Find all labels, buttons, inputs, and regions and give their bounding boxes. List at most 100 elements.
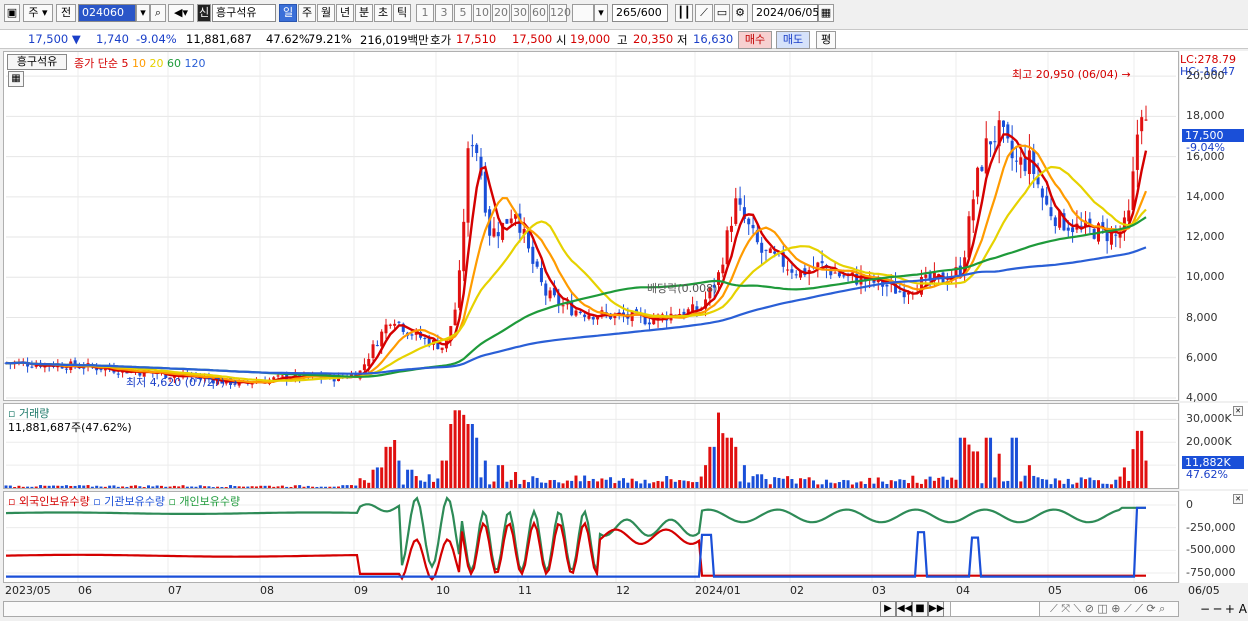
volume-bar	[177, 486, 181, 488]
volume-bar	[1127, 480, 1131, 488]
volume-bar	[695, 481, 699, 488]
zoom-controls[interactable]: − ─ + A	[1200, 602, 1247, 616]
holder-tick-3: -750,000	[1186, 565, 1236, 579]
play-icon[interactable]: ▶	[880, 601, 896, 617]
ma-legend[interactable]: 종가 단순 5 10 20 60 120	[74, 55, 205, 71]
volume-bar	[855, 482, 859, 488]
candle	[764, 249, 768, 262]
volume-bar	[259, 485, 263, 488]
candle	[444, 339, 448, 353]
volume-bar	[1010, 437, 1014, 488]
volume-bar	[509, 479, 513, 488]
volume-bar	[539, 482, 543, 488]
volume-bar	[453, 410, 457, 488]
volume-bar	[1071, 484, 1075, 488]
volume-bar	[13, 487, 17, 488]
volume-bar	[660, 481, 664, 488]
holder-legend-2[interactable]: ▫ 개인보유수량	[168, 495, 240, 508]
volume-bar	[1006, 480, 1010, 488]
grid-table-icon[interactable]: ▦	[8, 71, 24, 87]
volume-bar	[881, 481, 885, 488]
volume-bar	[967, 444, 971, 488]
candle	[630, 310, 634, 327]
volume-bar	[786, 476, 790, 488]
volume-bar	[172, 485, 176, 488]
volume-bar	[203, 486, 207, 488]
volume-bar	[531, 476, 535, 488]
candle	[729, 216, 733, 243]
volume-bar	[1122, 467, 1126, 488]
volume-bar	[185, 486, 189, 488]
volume-bar	[1019, 481, 1023, 488]
zoom-slider[interactable]	[950, 601, 1040, 617]
volume-bar	[1036, 477, 1040, 488]
volume-bar	[578, 481, 582, 488]
stock-name-tag[interactable]: 흥구석유	[7, 54, 67, 70]
ma-period-20[interactable]: 20	[149, 57, 167, 70]
ma-period-10[interactable]: 10	[132, 57, 150, 70]
candle	[1010, 125, 1014, 171]
price-tick-8: 20,000	[1186, 69, 1225, 83]
ma-period-120[interactable]: 120	[184, 57, 205, 70]
volume-bar	[479, 477, 483, 488]
volume-bar	[984, 437, 988, 488]
stop-icon[interactable]: ■	[912, 601, 928, 617]
rewind-icon[interactable]: ◀◀	[896, 601, 912, 617]
volume-bar	[362, 480, 366, 488]
volume-bar	[77, 485, 81, 488]
holder-legend-1[interactable]: ▫ 기관보유수량	[93, 495, 168, 508]
volume-bar	[729, 437, 733, 488]
volume-bar	[1140, 430, 1144, 488]
volume-bar	[768, 484, 772, 488]
x-tick-2: 07	[168, 584, 182, 597]
volume-bar	[604, 479, 608, 488]
volume-bar	[349, 485, 353, 488]
holder-legend: ▫ 외국인보유수량 ▫ 기관보유수량 ▫ 개인보유수량	[8, 493, 240, 509]
holder-tick-0: 0	[1186, 498, 1193, 512]
tool-icons[interactable]: ⟋ ⤧ ⟍ ⊘ ◫ ⊕ ⟋ ⟋ ⟳ ⌕	[1050, 602, 1165, 616]
volume-bar	[833, 483, 837, 488]
volume-bar	[1058, 480, 1062, 488]
volume-bar	[138, 486, 142, 488]
candle	[1144, 105, 1148, 121]
volume-bar	[414, 476, 418, 488]
volume-bar	[1053, 478, 1057, 488]
volume-bar	[125, 486, 129, 488]
forward-icon[interactable]: ▶▶	[928, 601, 944, 617]
close-icon[interactable]: ✕	[1233, 494, 1243, 504]
volume-bar	[423, 481, 427, 488]
candle	[375, 340, 379, 347]
volume-bar	[622, 478, 625, 488]
volume-bar	[1101, 483, 1105, 488]
volume-bar	[1088, 477, 1092, 488]
candle	[535, 258, 539, 269]
volume-bar	[298, 485, 302, 488]
volume-bar	[617, 480, 621, 488]
candle	[384, 318, 388, 340]
volume-bars	[4, 410, 1148, 488]
volume-bar	[820, 484, 824, 488]
moving-averages	[5, 133, 1148, 385]
ma-period-5[interactable]: 5	[121, 57, 132, 70]
candle	[807, 266, 811, 286]
ma-period-60[interactable]: 60	[167, 57, 185, 70]
volume-bar	[1131, 449, 1135, 488]
holder-legend-0[interactable]: ▫ 외국인보유수량	[8, 495, 93, 508]
volume-bar	[69, 485, 73, 488]
volume-bar	[565, 480, 569, 488]
volume-bar	[466, 424, 470, 488]
volume-bar	[393, 440, 397, 488]
volume-bar	[470, 424, 474, 488]
candle	[509, 209, 513, 225]
x-tick-13: 06	[1134, 584, 1148, 597]
holder-lines	[5, 495, 1146, 581]
ma-legend-label: 종가 단순	[74, 57, 118, 70]
volume-bar	[457, 410, 461, 488]
close-icon[interactable]: ✕	[1233, 406, 1243, 416]
candle	[280, 375, 284, 377]
volume-bar	[673, 481, 677, 488]
volume-bar	[863, 483, 867, 488]
volume-bar	[544, 482, 548, 488]
volume-bar	[945, 479, 949, 488]
candle	[1023, 144, 1027, 176]
